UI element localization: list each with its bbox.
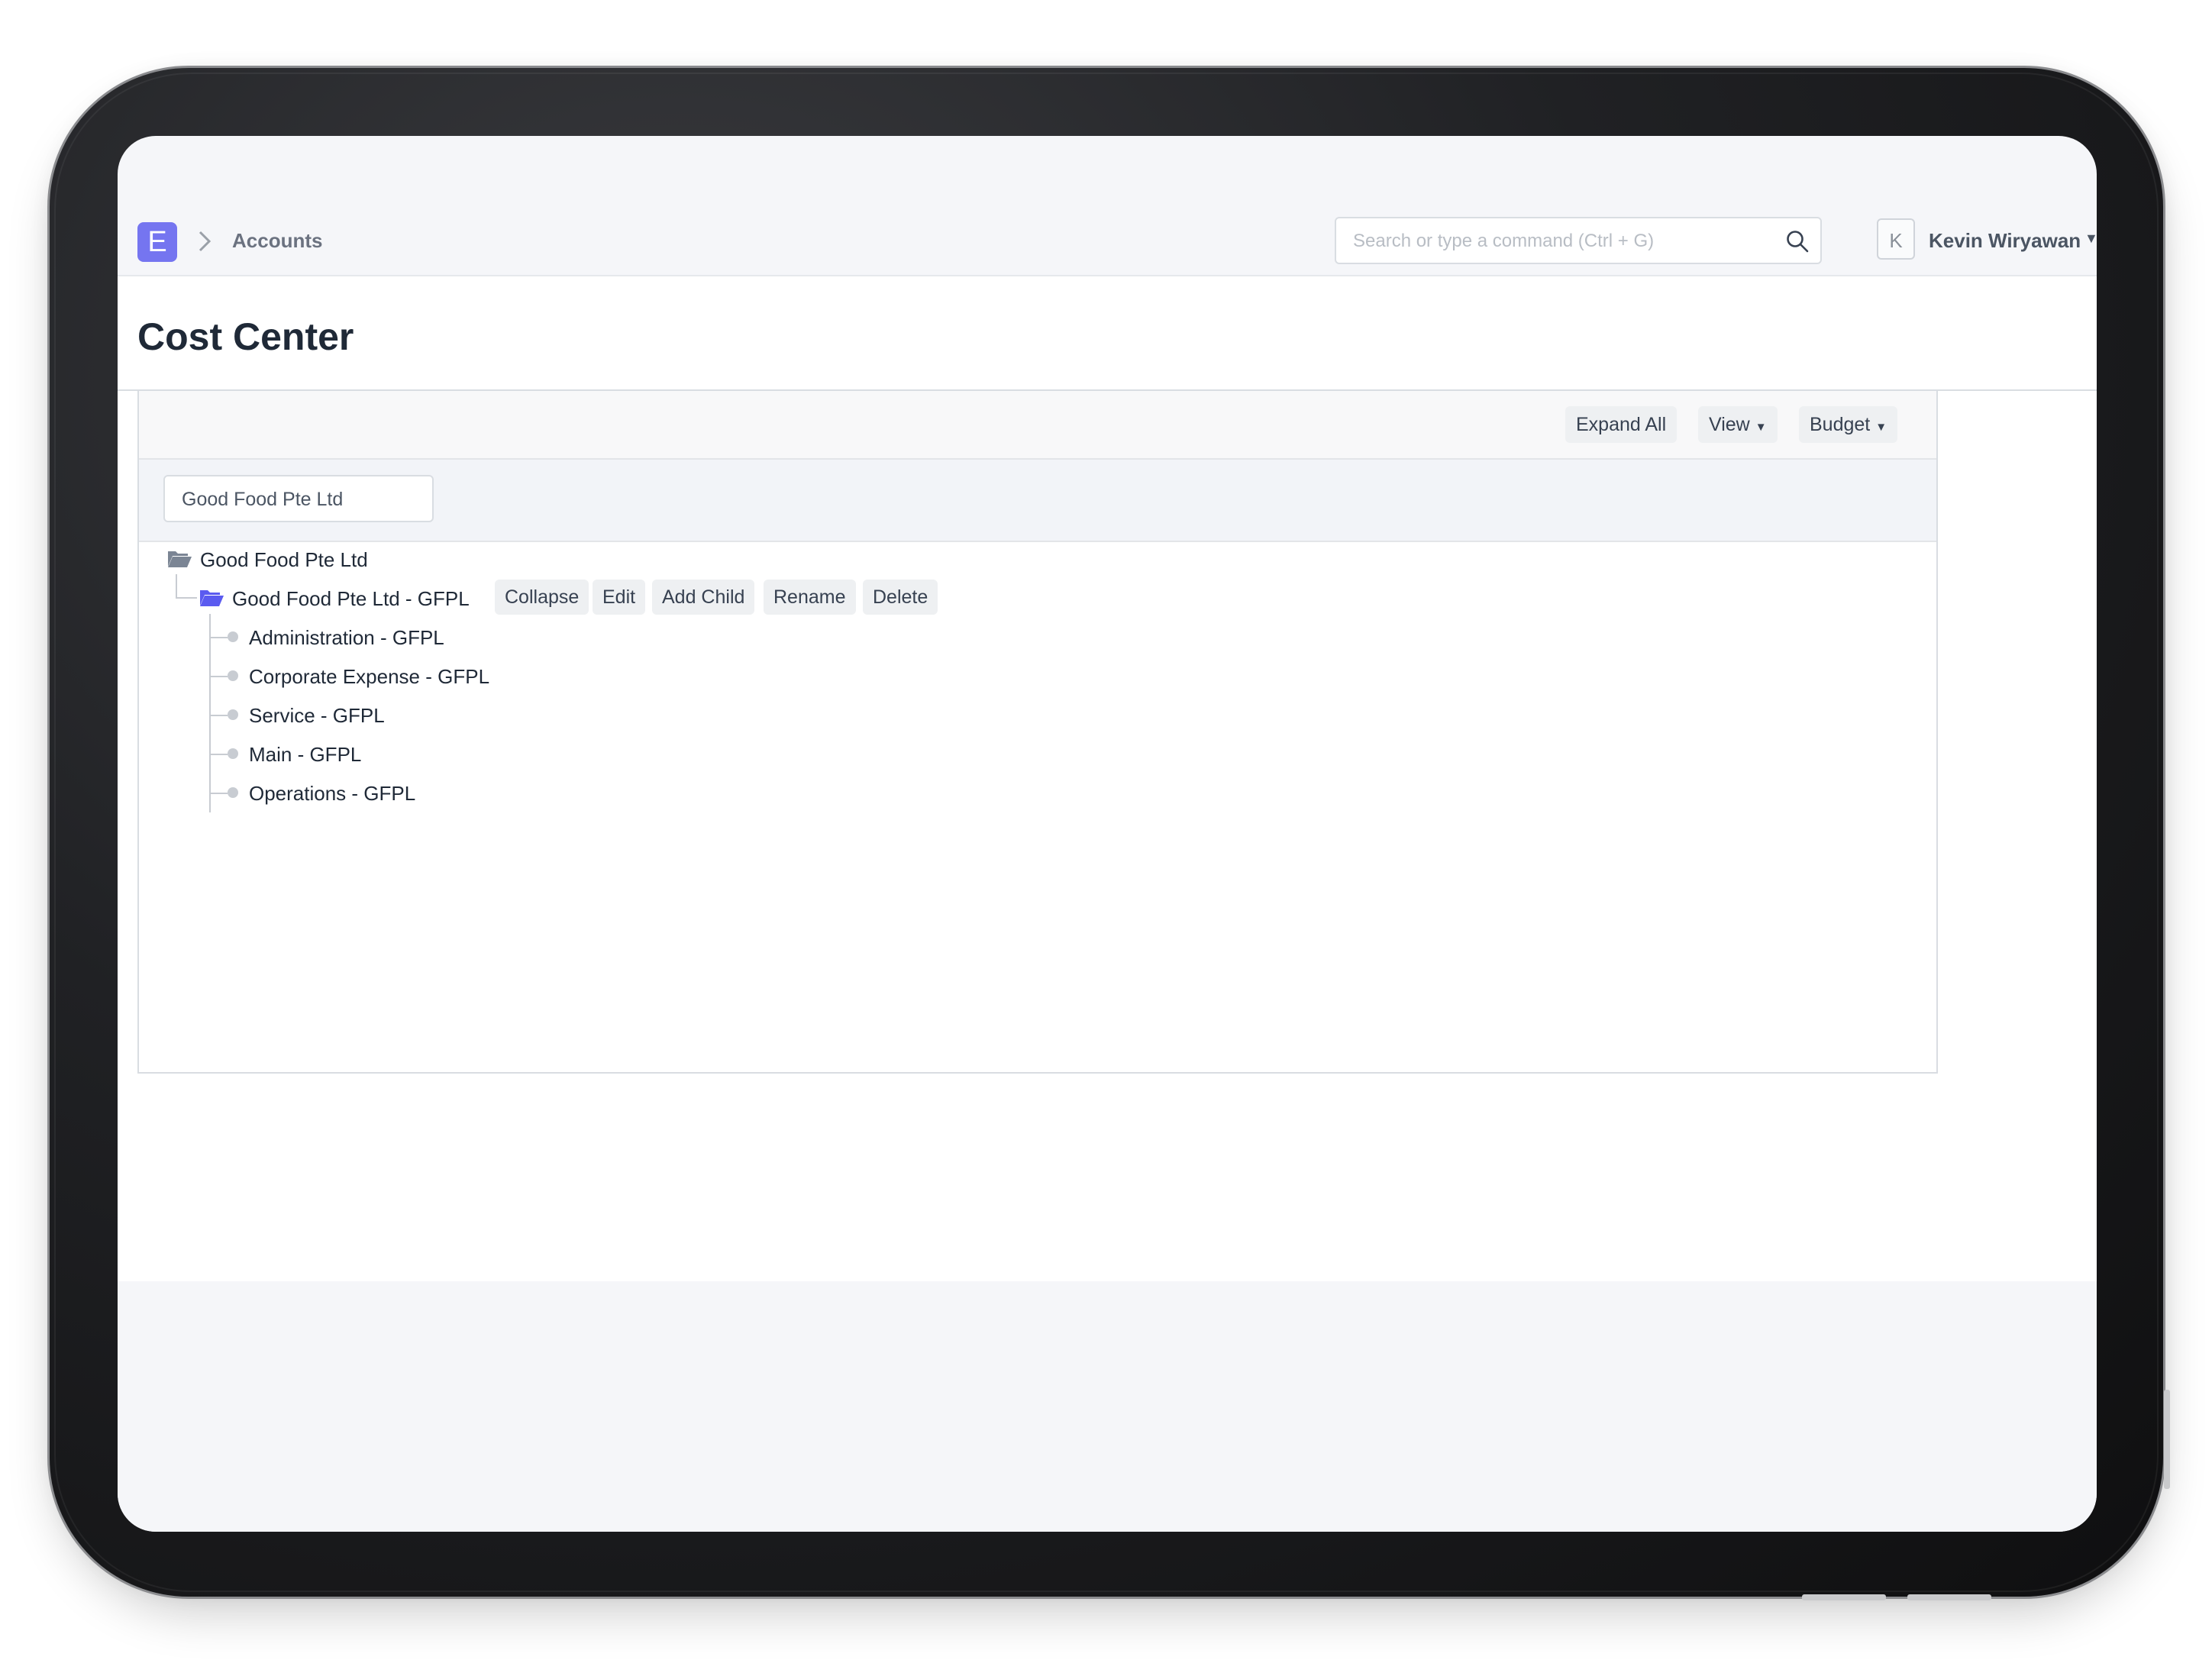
collapse-button[interactable]: Collapse (495, 580, 589, 615)
caret-down-icon[interactable]: ▼ (2084, 231, 2097, 247)
tree-connector (209, 614, 211, 812)
folder-open-icon[interactable] (166, 548, 192, 568)
bottom-button (1907, 1594, 1991, 1600)
breadcrumb-accounts[interactable]: Accounts (232, 229, 322, 253)
tree-connector (209, 754, 228, 755)
filter-row: Good Food Pte Ltd (139, 460, 1936, 542)
company-filter-value: Good Food Pte Ltd (182, 489, 344, 510)
tree-node-leaf[interactable]: Corporate Expense - GFPL (249, 665, 489, 689)
tree-node-leaf[interactable]: Operations - GFPL (249, 782, 415, 806)
user-menu[interactable]: Kevin Wiryawan (1929, 229, 2081, 253)
tree-node-group[interactable]: Good Food Pte Ltd - GFPL (232, 587, 470, 611)
leaf-dot (228, 787, 238, 798)
screen: E Accounts Search or type a command (Ctr… (118, 136, 2097, 1532)
tree-node-leaf[interactable]: Main - GFPL (249, 743, 361, 767)
bottom-button (1802, 1594, 1886, 1600)
card-toolbar: Expand All View ▼ Budget ▼ (139, 391, 1936, 460)
tree-connector (209, 715, 228, 716)
avatar[interactable]: K (1877, 218, 1915, 260)
tree-connector (176, 597, 197, 599)
leaf-dot (228, 709, 238, 720)
leaf-dot (228, 748, 238, 759)
search-icon[interactable] (1785, 229, 1810, 254)
leaf-dot (228, 670, 238, 681)
edit-button[interactable]: Edit (593, 580, 646, 615)
main-content: Cost Center Expand All View ▼ Budget ▼ G… (118, 276, 2097, 1281)
tree-connector (209, 637, 228, 638)
tree-card: Expand All View ▼ Budget ▼ Good Food Pte… (137, 389, 1938, 1074)
rename-button[interactable]: Rename (764, 580, 856, 615)
delete-button[interactable]: Delete (863, 580, 938, 615)
tree-node-leaf[interactable]: Administration - GFPL (249, 626, 444, 650)
tree-connector (209, 676, 228, 677)
budget-button[interactable]: Budget ▼ (1799, 406, 1898, 443)
leaf-dot (228, 631, 238, 642)
page-title: Cost Center (137, 315, 354, 358)
tree-node-root[interactable]: Good Food Pte Ltd (200, 548, 368, 572)
chevron-right-icon (196, 228, 213, 260)
view-button[interactable]: View ▼ (1698, 406, 1778, 443)
tree-node-leaf[interactable]: Service - GFPL (249, 704, 385, 728)
tree-connector (209, 793, 228, 794)
folder-open-icon[interactable] (199, 587, 224, 607)
caret-down-icon: ▼ (1755, 421, 1767, 434)
budget-button-label: Budget (1810, 414, 1871, 435)
caret-down-icon: ▼ (1875, 421, 1887, 434)
company-filter-input[interactable]: Good Food Pte Ltd (163, 475, 434, 522)
search-input[interactable]: Search or type a command (Ctrl + G) (1335, 217, 1822, 264)
view-button-label: View (1709, 414, 1750, 435)
app-logo[interactable]: E (137, 222, 177, 262)
add-child-button[interactable]: Add Child (652, 580, 755, 615)
expand-all-button[interactable]: Expand All (1565, 406, 1678, 443)
side-button (2164, 1390, 2170, 1489)
page-footer-area (118, 1281, 2097, 1532)
tree-connector (176, 574, 177, 597)
search-placeholder: Search or type a command (Ctrl + G) (1353, 231, 1655, 251)
